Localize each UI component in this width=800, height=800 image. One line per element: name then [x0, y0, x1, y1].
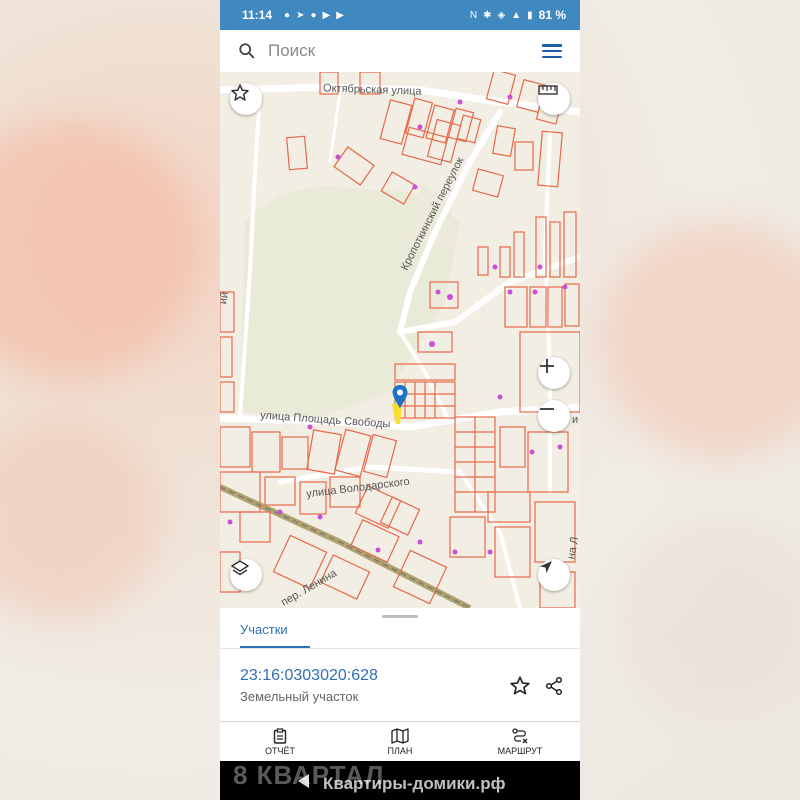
bookmark-button[interactable]	[508, 674, 532, 698]
youtube-icon: ▶	[336, 9, 344, 21]
phone-screen: 11:14 ● ➤ ● ▶ ▶ N ✱ ◈ ▲ ▮ 81 % Поиск Окт…	[220, 0, 580, 800]
star-icon	[231, 84, 249, 101]
search-icon	[239, 43, 255, 59]
map-view[interactable]: Октябрьская улица Кропоткинский переулок…	[220, 72, 580, 608]
location-pin-icon	[392, 385, 408, 408]
person-icon: ●	[310, 9, 317, 21]
battery-icon: ▮	[527, 9, 533, 21]
nav-route-label: МАРШРУТ	[497, 746, 543, 756]
minus-icon	[540, 408, 554, 410]
layers-icon	[231, 560, 249, 576]
share-button[interactable]	[542, 674, 566, 698]
my-location-button[interactable]	[538, 559, 570, 591]
ruler-button[interactable]	[538, 83, 570, 115]
signal-icon: ▲	[511, 9, 522, 21]
chat-icon: ●	[284, 9, 291, 21]
nav-plan-label: ПЛАН	[387, 746, 413, 756]
cadastral-number-link[interactable]: 23:16:0303020:628	[240, 667, 378, 685]
watermark-site: Квартиры-домики.рф	[323, 774, 506, 793]
telegram-icon: ➤	[296, 9, 305, 21]
object-type-label: Земельный участок	[240, 689, 359, 704]
clipboard-icon	[273, 728, 287, 744]
parcel-info-sheet: Участки 23:16:0303020:628 Земельный учас…	[220, 608, 580, 721]
ruler-icon	[538, 85, 558, 95]
menu-icon[interactable]	[542, 44, 562, 58]
nav-report[interactable]: ОТЧЁТ	[220, 722, 340, 762]
route-icon	[512, 728, 528, 744]
battery-percent: 81 %	[538, 8, 566, 22]
bluetooth-icon: ✱	[483, 9, 492, 21]
plus-icon	[540, 359, 554, 373]
divider	[220, 648, 580, 649]
star-icon	[510, 676, 530, 695]
navigation-arrow-icon	[540, 561, 552, 573]
tab-parcels[interactable]: Участки	[240, 622, 288, 637]
wifi-icon: ◈	[497, 9, 506, 21]
nav-report-label: ОТЧЁТ	[264, 746, 295, 756]
zoom-out-button[interactable]	[538, 400, 570, 432]
bottom-navigation: ОТЧЁТ ПЛАН МАРШРУТ	[220, 721, 580, 762]
nav-plan[interactable]: ПЛАН	[340, 722, 460, 762]
search-bar[interactable]: Поиск	[220, 30, 580, 72]
status-bar: 11:14 ● ➤ ● ▶ ▶ N ✱ ◈ ▲ ▮ 81 %	[220, 0, 580, 30]
map-canvas[interactable]	[220, 72, 580, 608]
drag-handle[interactable]	[382, 615, 418, 618]
street-label: и	[572, 414, 579, 426]
favorite-button[interactable]	[230, 83, 262, 115]
street-label: на Л	[565, 535, 580, 561]
youtube-icon: ▶	[322, 9, 331, 21]
search-input[interactable]: Поиск	[268, 41, 542, 61]
layers-button[interactable]	[230, 559, 262, 591]
zoom-in-button[interactable]	[538, 357, 570, 389]
status-time: 11:14	[242, 8, 273, 22]
nfc-icon: N	[469, 9, 478, 21]
map-icon	[391, 728, 409, 744]
share-icon	[545, 676, 563, 696]
nav-route[interactable]: МАРШРУТ	[460, 722, 580, 762]
